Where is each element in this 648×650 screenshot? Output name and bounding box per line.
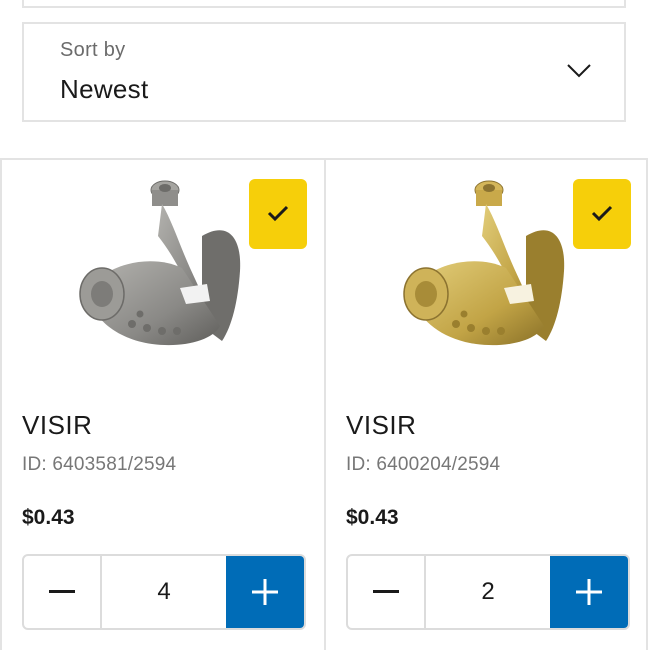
- quantity-stepper: 2: [346, 554, 630, 630]
- quantity-stepper: 4: [22, 554, 306, 630]
- decrease-button[interactable]: [348, 556, 426, 628]
- quantity-value[interactable]: 4: [102, 556, 226, 628]
- product-name[interactable]: VISIR: [346, 410, 416, 441]
- product-id: ID: 6403581/2594: [22, 454, 177, 475]
- product-price: $0.43: [22, 506, 75, 529]
- product-name[interactable]: VISIR: [22, 410, 92, 441]
- product-image: [403, 180, 565, 346]
- product-card[interactable]: VISIR ID: 6400204/2594 $0.43 2: [324, 160, 648, 650]
- product-card[interactable]: VISIR ID: 6403581/2594 $0.43 4: [0, 160, 324, 650]
- decrease-button[interactable]: [24, 556, 102, 628]
- chevron-down-icon: [567, 64, 591, 78]
- product-id: ID: 6400204/2594: [346, 454, 501, 475]
- minus-icon: [49, 590, 75, 593]
- selected-checkbox[interactable]: [573, 179, 631, 249]
- increase-button[interactable]: [226, 556, 304, 628]
- product-image: [79, 180, 241, 346]
- minus-icon: [373, 590, 399, 593]
- product-price: $0.43: [346, 506, 399, 529]
- sort-dropdown[interactable]: Sort by Newest: [22, 22, 626, 122]
- checkmark-icon: [591, 205, 613, 222]
- increase-button[interactable]: [550, 556, 628, 628]
- filter-field-partial[interactable]: [22, 0, 626, 8]
- quantity-value[interactable]: 2: [426, 556, 550, 628]
- product-grid: VISIR ID: 6403581/2594 $0.43 4 VISIR ID:…: [0, 158, 648, 650]
- plus-icon: [576, 579, 602, 605]
- sort-label: Sort by: [60, 39, 126, 61]
- checkmark-icon: [267, 205, 289, 222]
- sort-value: Newest: [60, 74, 149, 104]
- selected-checkbox[interactable]: [249, 179, 307, 249]
- plus-icon: [252, 579, 278, 605]
